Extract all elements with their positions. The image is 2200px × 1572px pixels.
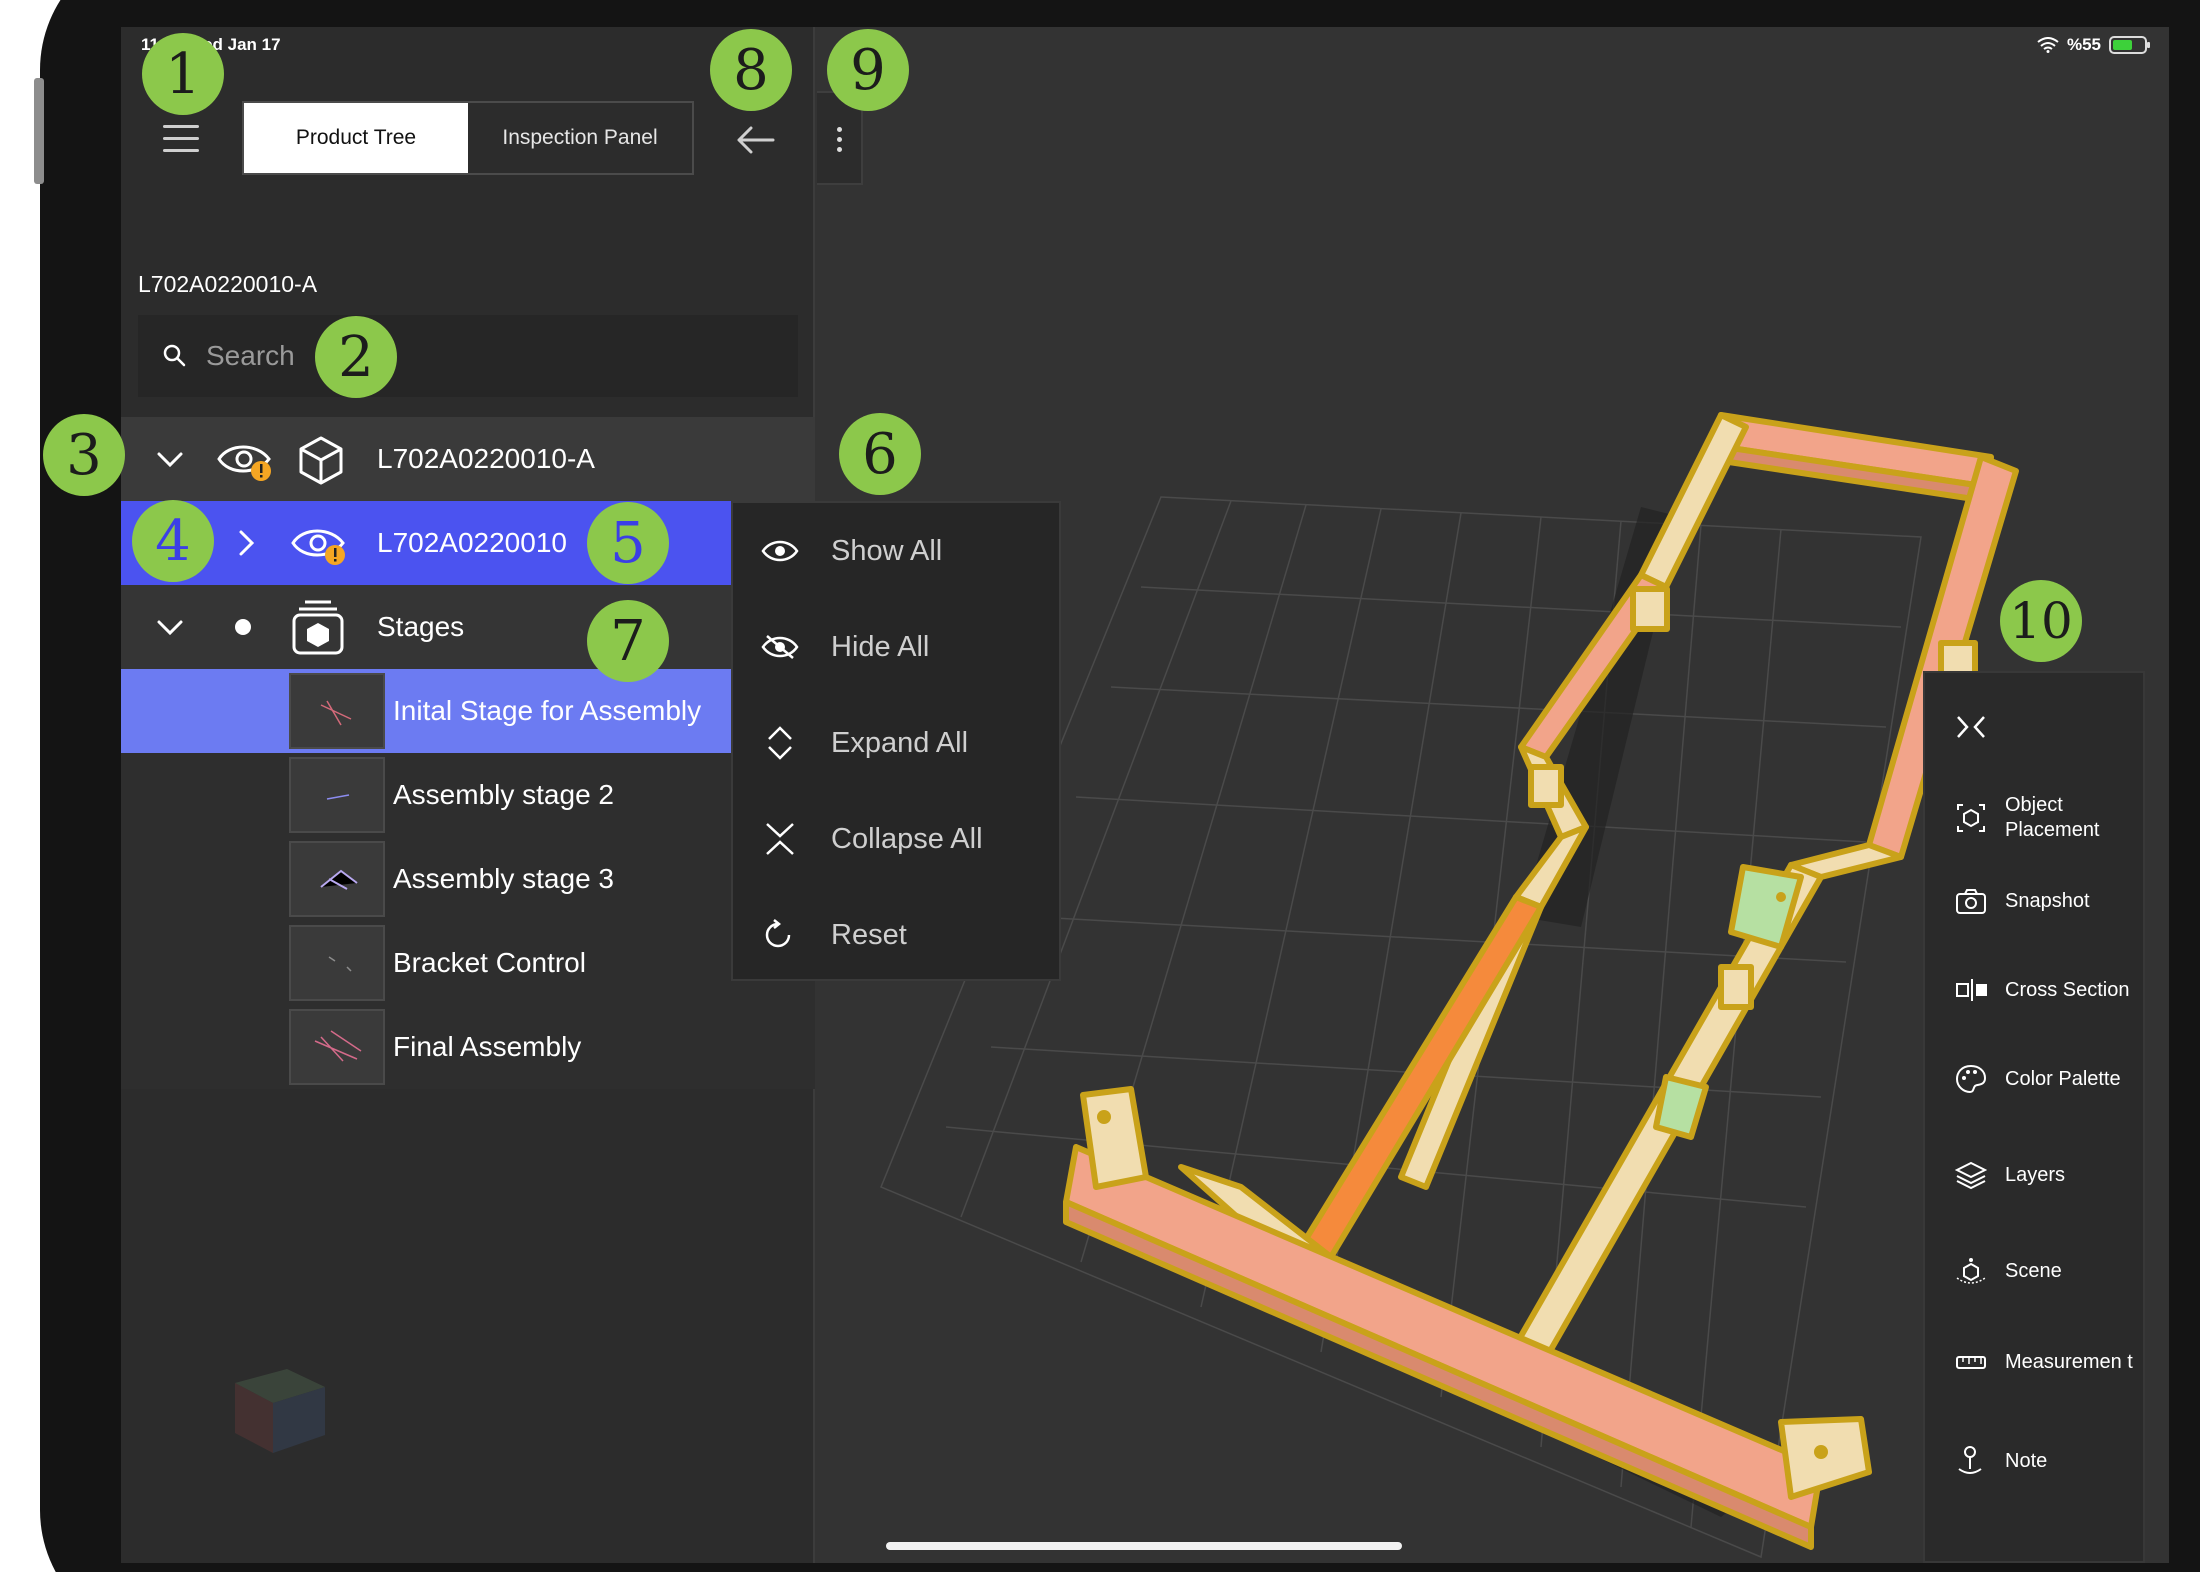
- callout-badge: 5: [587, 502, 669, 584]
- ruler-icon: [1956, 1356, 1986, 1369]
- panel-tab-switcher: Product Tree Inspection Panel: [242, 101, 694, 175]
- stage-item[interactable]: Assembly stage 2: [121, 753, 815, 837]
- tool-label: Object Placement: [2005, 794, 2100, 841]
- tree-sub-label: L702A0220010: [377, 527, 567, 558]
- stage-thumbnail: [289, 673, 385, 749]
- right-toolbar: Object Placement Snapshot Cross Section: [1923, 671, 2145, 1563]
- stage-label: Assembly stage 3: [393, 863, 614, 894]
- model-id-label: L702A0220010-A: [138, 271, 318, 297]
- tool-object-placement[interactable]: Object Placement: [1925, 781, 2143, 855]
- tree-root-label: L702A0220010-A: [377, 443, 595, 474]
- tool-label: Measuremen t: [2005, 1350, 2133, 1373]
- expand-icon: [768, 726, 792, 760]
- search-placeholder: Search: [206, 340, 295, 371]
- menu-item-label: Collapse All: [831, 822, 983, 855]
- status-right: %55: [2037, 35, 2150, 55]
- part-cube-icon: [299, 436, 343, 485]
- camera-icon: [1956, 889, 1986, 914]
- visibility-warning-eye-icon[interactable]: [291, 523, 347, 567]
- stage-thumbnail: [289, 1009, 385, 1085]
- callout-badge: 4: [132, 500, 214, 582]
- stage-label: Assembly stage 2: [393, 779, 614, 810]
- menu-hamburger-icon[interactable]: [163, 125, 199, 153]
- tool-label: Cross Section: [2005, 978, 2130, 1001]
- scene-icon: [1956, 1258, 1986, 1284]
- stage-thumbnail: [289, 925, 385, 1001]
- visibility-warning-eye-icon[interactable]: [217, 439, 273, 483]
- collapse-toolbar-icon[interactable]: [1955, 711, 1987, 743]
- callout-badge: 9: [827, 29, 909, 111]
- chevron-down-icon[interactable]: [155, 444, 185, 474]
- stage-item[interactable]: Final Assembly: [121, 1005, 815, 1089]
- stage-label: Final Assembly: [393, 1031, 582, 1062]
- tree-row-root[interactable]: L702A0220010-A: [121, 417, 815, 501]
- stage-thumbnail: [289, 757, 385, 833]
- menu-item-expand-all[interactable]: Expand All: [733, 695, 1059, 791]
- battery-icon: [2109, 36, 2150, 54]
- status-dot: [235, 619, 251, 635]
- layers-icon: [1955, 1161, 1987, 1190]
- object-placement-icon: [1957, 804, 1985, 832]
- menu-item-collapse-all[interactable]: Collapse All: [733, 791, 1059, 887]
- tool-label: Snapshot: [2005, 889, 2090, 912]
- tool-label: Layers: [2005, 1163, 2066, 1186]
- volume-button: [34, 78, 44, 184]
- menu-item-reset[interactable]: Reset: [733, 887, 1059, 983]
- stage-thumbnail: [289, 841, 385, 917]
- chevron-down-icon[interactable]: [155, 612, 185, 642]
- tree-context-menu: Show All Hide All Expand All Collapse Al…: [731, 501, 1061, 981]
- menu-item-label: Reset: [831, 918, 907, 951]
- callout-badge: 1: [142, 33, 224, 115]
- tool-note[interactable]: Note: [1925, 1431, 2143, 1491]
- callout-badge: 6: [839, 413, 921, 495]
- tool-label: Scene: [2005, 1259, 2062, 1282]
- stages-box-icon: [292, 600, 344, 655]
- menu-item-label: Hide All: [831, 630, 930, 663]
- battery-percent: %55: [2066, 35, 2101, 54]
- stage-item[interactable]: Assembly stage 3: [121, 837, 815, 921]
- tool-color-palette[interactable]: Color Palette: [1925, 1049, 2143, 1109]
- eye-off-icon: [761, 635, 799, 659]
- palette-icon: [1955, 1064, 1987, 1094]
- tab-product-tree[interactable]: Product Tree: [244, 103, 468, 173]
- search-icon: [163, 344, 186, 367]
- stage-label: Inital Stage for Assembly: [393, 695, 702, 726]
- callout-badge: 3: [43, 414, 125, 496]
- tool-label: Color Palette: [2005, 1067, 2121, 1090]
- wifi-icon: [2037, 37, 2059, 53]
- stage-label: Bracket Control: [393, 947, 586, 978]
- tool-snapshot[interactable]: Snapshot: [1925, 871, 2143, 931]
- menu-item-show-all[interactable]: Show All: [733, 503, 1059, 599]
- stage-item[interactable]: Inital Stage for Assembly: [121, 669, 731, 753]
- tool-layers[interactable]: Layers: [1925, 1145, 2143, 1205]
- callout-badge: 10: [2000, 580, 2082, 662]
- cross-section-icon: [1956, 979, 1987, 1001]
- note-pin-icon: [1958, 1446, 1982, 1474]
- tab-inspection-panel[interactable]: Inspection Panel: [468, 103, 692, 173]
- tool-label: Note: [2005, 1449, 2048, 1472]
- app-screen: 11:11 Wed Jan 17 Product Tree Inspection…: [121, 27, 2169, 1563]
- reset-icon: [765, 919, 791, 948]
- stage-item[interactable]: Bracket Control: [121, 921, 815, 1005]
- chevron-right-icon[interactable]: [231, 528, 261, 558]
- tool-cross-section[interactable]: Cross Section: [1925, 953, 2143, 1027]
- callout-badge: 8: [710, 29, 792, 111]
- callout-badge: 7: [587, 600, 669, 682]
- callout-badge: 2: [315, 316, 397, 398]
- search-input[interactable]: Search: [138, 315, 798, 397]
- tool-scene[interactable]: Scene: [1925, 1241, 2143, 1301]
- tool-measurement[interactable]: Measuremen t: [1925, 1325, 2143, 1399]
- eye-icon: [761, 540, 799, 562]
- tree-stages-label: Stages: [377, 611, 465, 642]
- menu-item-hide-all[interactable]: Hide All: [733, 599, 1059, 695]
- collapse-icon: [766, 823, 794, 855]
- menu-item-label: Show All: [831, 534, 943, 567]
- left-panel: 11:11 Wed Jan 17 Product Tree Inspection…: [121, 27, 815, 1563]
- home-indicator[interactable]: [886, 1542, 1402, 1550]
- view-cube-icon[interactable]: [225, 1349, 335, 1459]
- chassis-frame: [1063, 412, 2019, 1550]
- menu-item-label: Expand All: [831, 726, 969, 759]
- back-arrow-icon[interactable]: [735, 125, 775, 155]
